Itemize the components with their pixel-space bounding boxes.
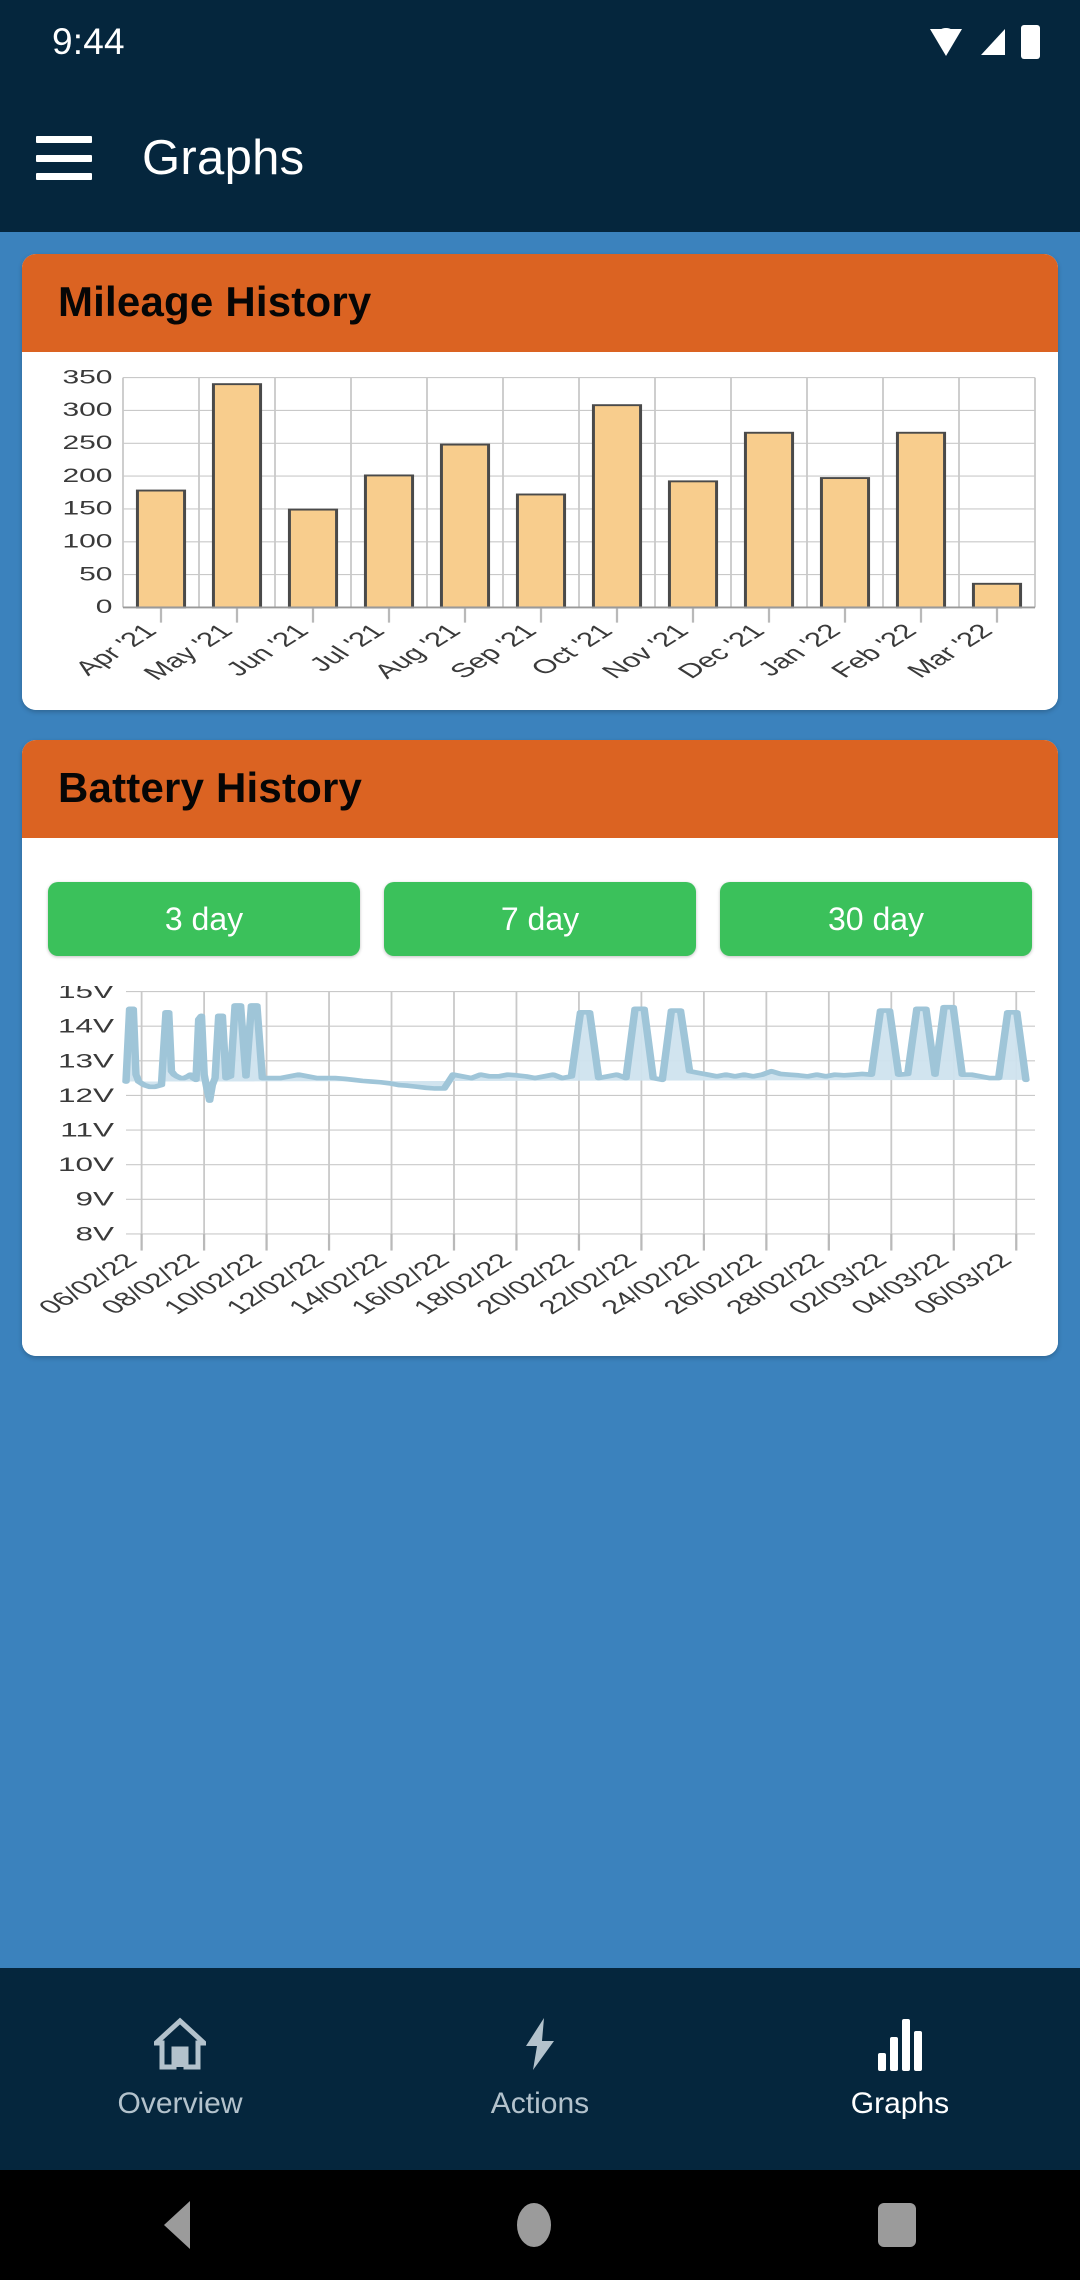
status-clock: 9:44 xyxy=(52,21,125,62)
svg-text:9V: 9V xyxy=(75,1188,114,1210)
nav-label-graphs: Graphs xyxy=(850,2087,950,2120)
wifi-icon xyxy=(930,28,962,56)
range-button-3day[interactable]: 3 day xyxy=(48,882,360,956)
range-button-7day[interactable]: 7 day xyxy=(384,882,696,956)
svg-text:150: 150 xyxy=(62,498,112,519)
svg-text:13V: 13V xyxy=(58,1049,115,1071)
nav-item-overview[interactable]: Overview xyxy=(0,2017,360,2121)
svg-text:14V: 14V xyxy=(58,1015,115,1037)
status-bar: 9:44 xyxy=(0,0,1080,84)
svg-text:8V: 8V xyxy=(75,1223,114,1245)
svg-text:Jun '21: Jun '21 xyxy=(219,619,315,680)
mileage-card-title: Mileage History xyxy=(58,278,372,325)
svg-text:350: 350 xyxy=(62,370,112,388)
svg-text:Feb '22: Feb '22 xyxy=(824,619,923,682)
mileage-history-card: Mileage History 0 50 100 150 200 250 300 350 Apr… xyxy=(22,254,1058,710)
svg-text:10V: 10V xyxy=(58,1153,115,1175)
svg-text:50: 50 xyxy=(79,564,112,585)
app-bar: Graphs xyxy=(0,84,1080,232)
bottom-navigation: Overview Actions Graphs xyxy=(0,1968,1080,2170)
nav-label-actions: Actions xyxy=(490,2087,590,2120)
battery-card-body: 3 day 7 day 30 day 8V 9V 10V 11V 12V 13V 14V 15… xyxy=(22,838,1058,1356)
scroll-content: Mileage History 0 50 100 150 200 250 300 350 Apr… xyxy=(0,232,1080,1968)
nav-label-overview: Overview xyxy=(117,2087,243,2120)
phone-screen: 9:44 Graphs Mileage History 0 50 100 150… xyxy=(0,0,1080,2280)
svg-text:200: 200 xyxy=(62,465,112,486)
battery-chart-svg: 8V9V10V11V12V13V14V15V06/02/2208/02/2210… xyxy=(36,986,1035,1318)
svg-text:Mar '22: Mar '22 xyxy=(900,619,999,682)
home-circle-icon[interactable] xyxy=(516,2203,551,2247)
svg-text:Sep '21: Sep '21 xyxy=(443,619,543,682)
hamburger-menu-icon[interactable] xyxy=(36,136,92,180)
back-triangle-icon[interactable] xyxy=(163,2201,190,2249)
svg-text:0: 0 xyxy=(96,596,113,617)
range-button-30day[interactable]: 30 day xyxy=(720,882,1032,956)
svg-text:100: 100 xyxy=(62,531,112,552)
signal-icon xyxy=(981,29,1005,55)
svg-text:12V: 12V xyxy=(58,1084,115,1106)
battery-card-title: Battery History xyxy=(58,764,363,811)
battery-history-card: Battery History 3 day 7 day 30 day 8V 9V 1… xyxy=(22,740,1058,1356)
mileage-card-body: 0 50 100 150 200 250 300 350 Apr '21 May '21 Jun '… xyxy=(22,352,1058,710)
nav-item-graphs[interactable]: Graphs xyxy=(720,2017,1080,2121)
svg-text:11V: 11V xyxy=(60,1119,114,1141)
svg-text:250: 250 xyxy=(62,432,112,453)
battery-card-header: Battery History xyxy=(22,740,1058,838)
bar-chart-icon xyxy=(876,2017,924,2071)
battery-chart[interactable]: 8V 9V 10V 11V 12V 13V 14V 15V 06/02/22 08/02/22 10… xyxy=(22,956,1058,1356)
mileage-chart[interactable]: 0 50 100 150 200 250 300 350 Apr '21 May '21 Jun '… xyxy=(22,352,1058,710)
system-navigation-bar xyxy=(0,2170,1080,2280)
mileage-card-header: Mileage History xyxy=(22,254,1058,352)
home-icon xyxy=(154,2017,206,2071)
svg-text:300: 300 xyxy=(62,399,112,420)
recents-square-icon[interactable] xyxy=(878,2203,917,2247)
page-title: Graphs xyxy=(142,131,305,185)
battery-icon xyxy=(1021,25,1040,59)
nav-item-actions[interactable]: Actions xyxy=(360,2017,720,2121)
svg-text:15V: 15V xyxy=(58,986,115,1002)
mileage-chart-svg: 050100150200250300350Apr '21May '21Jun '… xyxy=(62,370,1036,684)
svg-text:Dec '21: Dec '21 xyxy=(671,619,771,682)
bolt-icon xyxy=(520,2017,560,2071)
status-icon-group xyxy=(929,25,1040,59)
battery-range-button-row: 3 day 7 day 30 day xyxy=(22,838,1058,956)
